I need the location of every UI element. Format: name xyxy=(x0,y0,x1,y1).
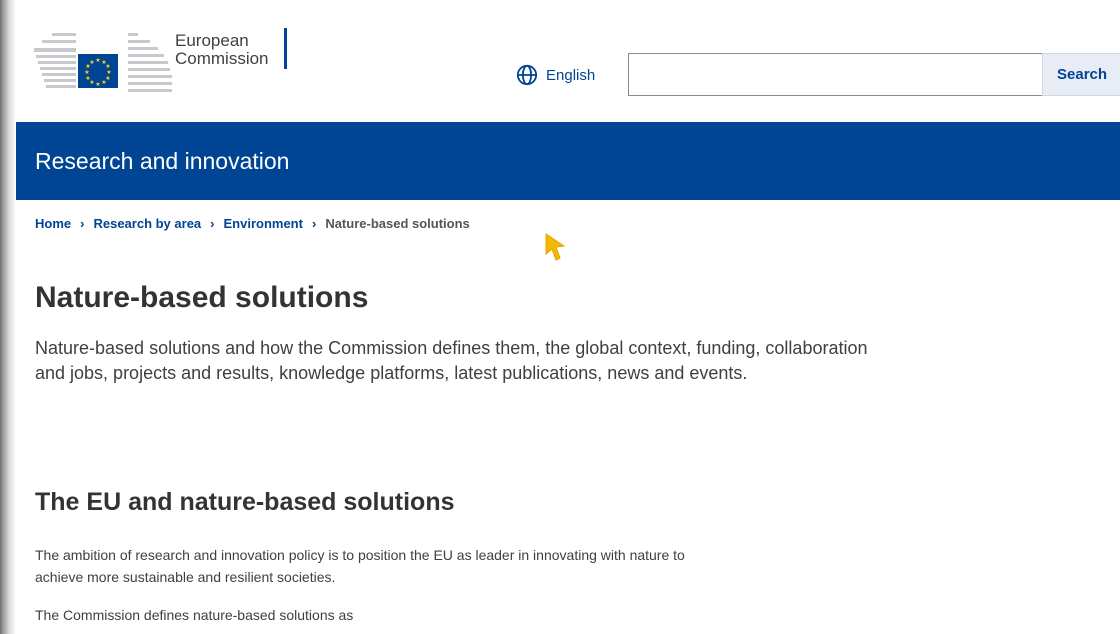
logo-line-1: European xyxy=(175,31,249,50)
search-input[interactable] xyxy=(628,53,1042,96)
svg-text:★: ★ xyxy=(95,81,100,88)
paragraph: The ambition of research and innovation … xyxy=(35,547,685,585)
svg-text:★: ★ xyxy=(84,69,89,76)
breadcrumb: Home › Research by area › Environment › … xyxy=(35,216,470,231)
search-button[interactable]: Search xyxy=(1042,53,1120,96)
paragraph: The Commission defines nature-based solu… xyxy=(35,607,354,623)
breadcrumb-home[interactable]: Home xyxy=(35,216,71,231)
logo-graphic: ★ ★ ★ ★ ★ ★ ★ ★ ★ ★ ★ ★ xyxy=(34,33,172,92)
site-name-bar: Research and innovation xyxy=(16,122,1120,200)
section-title: The EU and nature-based solutions xyxy=(35,488,455,516)
logo-divider xyxy=(284,28,287,69)
svg-text:★: ★ xyxy=(85,75,90,82)
language-label: English xyxy=(546,66,596,84)
svg-text:★: ★ xyxy=(95,57,100,64)
window-edge-shadow xyxy=(0,0,16,634)
chevron-right-icon: › xyxy=(80,216,85,231)
breadcrumb-current: Nature-based solutions xyxy=(325,216,470,231)
site-header: ★ ★ ★ ★ ★ ★ ★ ★ ★ ★ ★ ★ European Commiss… xyxy=(16,0,1120,122)
chevron-right-icon: › xyxy=(210,216,215,231)
page-title: Nature-based solutions xyxy=(35,281,369,314)
page: ★ ★ ★ ★ ★ ★ ★ ★ ★ ★ ★ ★ European Commiss… xyxy=(16,0,1120,634)
logo-wordmark: European Commission xyxy=(175,32,269,68)
language-selector[interactable]: English xyxy=(516,64,595,86)
chevron-right-icon: › xyxy=(311,216,317,231)
breadcrumb-environment[interactable]: Environment xyxy=(224,216,303,231)
site-name[interactable]: Research and innovation xyxy=(35,148,289,175)
globe-icon xyxy=(516,64,538,86)
page-intro: Nature-based solutions and how the Commi… xyxy=(35,338,868,383)
breadcrumb-research-by-area[interactable]: Research by area xyxy=(93,216,201,231)
svg-text:★: ★ xyxy=(101,79,106,86)
logo-line-2: Commission xyxy=(175,49,269,68)
svg-text:★: ★ xyxy=(89,59,94,66)
mouse-cursor-icon xyxy=(545,233,566,261)
